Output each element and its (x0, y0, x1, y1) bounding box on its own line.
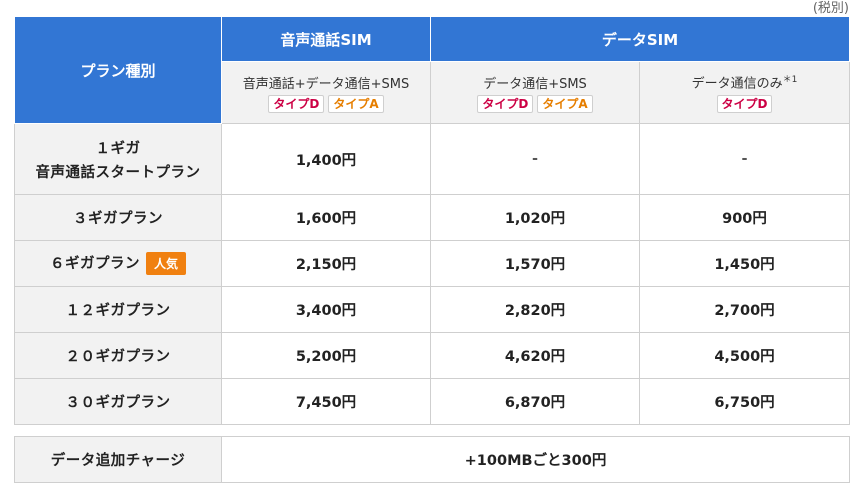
data-sms-subheader: データ通信+SMS タイプD タイプA (430, 61, 640, 124)
footnote-mark: ＊1 (782, 75, 798, 86)
voice-price-cell: 7,450円 (221, 378, 431, 425)
table-row: ２０ギガプラン 5,200円 4,620円 4,500円 (14, 332, 850, 379)
type-a-badge: タイプA (537, 94, 593, 113)
type-d-badge: タイプD (268, 94, 325, 113)
popular-badge: 人気 (145, 252, 186, 276)
plan-price-table: プラン種別 音声通話SIM データSIM 音声通話+データ通信+SMS タイプD… (14, 16, 850, 425)
data-sms-price-cell: 4,620円 (430, 332, 640, 379)
charge-value-cell: +100MBごと300円 (221, 436, 850, 483)
plan-name-cell: ６ギガプラン 人気 (14, 240, 222, 287)
subheader-text: データ通信のみ (691, 76, 783, 92)
tax-note: (税別) (812, 1, 849, 16)
table-row: ３０ギガプラン 7,450円 6,870円 6,750円 (14, 378, 850, 425)
voice-price-cell: 5,200円 (221, 332, 431, 379)
plan-name-cell: ３ギガプラン (14, 194, 222, 241)
voice-price-cell: 1,600円 (221, 194, 431, 241)
type-d-badge: タイプD (716, 94, 773, 113)
data-only-price-cell: 4,500円 (639, 332, 850, 379)
voice-price-cell: 1,400円 (221, 123, 431, 195)
data-only-price-cell: 900円 (639, 194, 850, 241)
plan-name-cell: １ギガ 音声通話スタートプラン (14, 123, 222, 195)
table-row: データ追加チャージ +100MBごと300円 (14, 436, 850, 483)
voice-data-sms-subheader: 音声通話+データ通信+SMS タイプD タイプA (221, 61, 431, 124)
data-only-price-cell: 6,750円 (639, 378, 850, 425)
data-only-subheader: データ通信のみ＊1 タイプD (639, 61, 850, 124)
data-sms-price-cell: 1,020円 (430, 194, 640, 241)
table-row: ３ギガプラン 1,600円 1,020円 900円 (14, 194, 850, 241)
charge-label-cell: データ追加チャージ (14, 436, 222, 483)
table-row: １ギガ 音声通話スタートプラン 1,400円 - - (14, 123, 850, 195)
voice-price-cell: 3,400円 (221, 286, 431, 333)
plan-name-cell: ２０ギガプラン (14, 332, 222, 379)
plan-type-header: プラン種別 (14, 16, 222, 124)
subheader-label: 音声通話+データ通信+SMS (242, 76, 410, 92)
data-sms-price-cell: 1,570円 (430, 240, 640, 287)
data-sms-price-cell: 2,820円 (430, 286, 640, 333)
voice-sim-header: 音声通話SIM (221, 16, 431, 62)
voice-price-cell: 2,150円 (221, 240, 431, 287)
table-row: １２ギガプラン 3,400円 2,820円 2,700円 (14, 286, 850, 333)
plan-name-cell: １２ギガプラン (14, 286, 222, 333)
plan-name-line1: １ギガ (95, 140, 141, 157)
table-row: ６ギガプラン 人気 2,150円 1,570円 1,450円 (14, 240, 850, 287)
data-sim-header: データSIM (430, 16, 850, 62)
data-only-price-cell: 2,700円 (639, 286, 850, 333)
data-only-price-cell: - (639, 123, 850, 195)
type-a-badge: タイプA (328, 94, 384, 113)
data-sms-price-cell: - (430, 123, 640, 195)
data-charge-table: データ追加チャージ +100MBごと300円 (14, 436, 850, 483)
data-only-price-cell: 1,450円 (639, 240, 850, 287)
type-d-badge: タイプD (477, 94, 534, 113)
plan-name-line2: 音声通話スタートプラン (35, 164, 201, 181)
plan-name-cell: ３０ギガプラン (14, 378, 222, 425)
data-sms-price-cell: 6,870円 (430, 378, 640, 425)
plan-name: ６ギガプラン (49, 255, 140, 272)
subheader-label: データ通信のみ＊1 (640, 72, 849, 91)
subheader-label: データ通信+SMS (483, 76, 587, 92)
